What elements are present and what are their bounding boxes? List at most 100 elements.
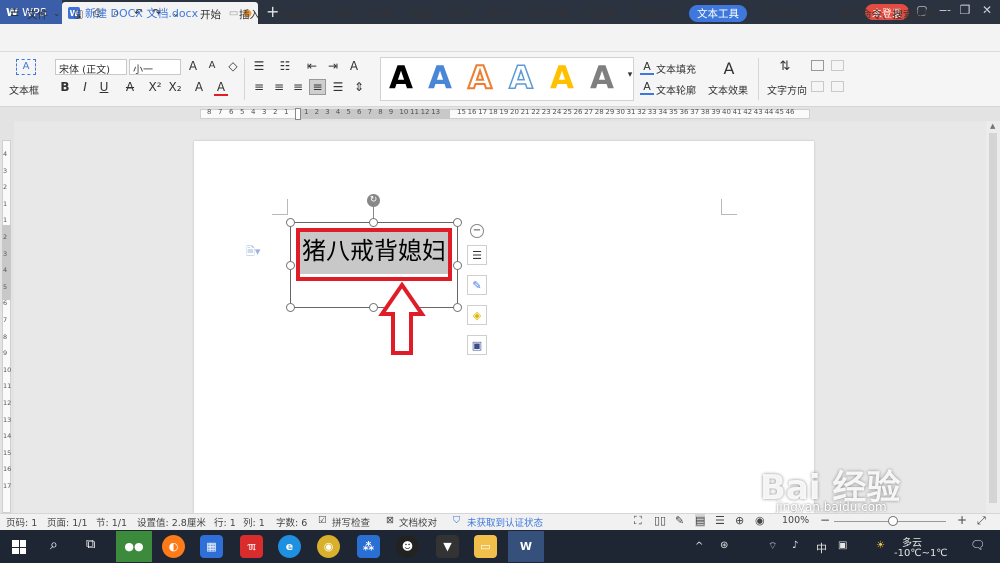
menu-insert[interactable]: 插入 <box>239 7 260 22</box>
scroll-up-icon[interactable]: ▲ <box>990 122 995 130</box>
fit-window-icon[interactable]: ⤢ <box>977 514 986 528</box>
resize-handle-top-right[interactable] <box>453 218 462 227</box>
qq-icon[interactable]: ☻ <box>396 535 419 558</box>
align-left-icon[interactable]: ≡ <box>252 80 266 94</box>
page-view-icon[interactable]: ▤ <box>695 514 706 527</box>
wechat-icon[interactable]: ●● <box>116 531 152 562</box>
menu-page-layout[interactable]: 页面布局 <box>277 7 319 22</box>
taskbar-search-icon[interactable]: ⌕ <box>50 537 58 553</box>
outline-view-icon[interactable]: ☰ <box>715 514 725 527</box>
menu-dev-tools[interactable]: 开发工具 <box>527 7 569 22</box>
font-size-select[interactable]: 小一 <box>129 59 181 76</box>
proof-button[interactable]: 文档校对 <box>399 515 437 529</box>
app-mask-icon[interactable]: ▼ <box>436 535 459 558</box>
notification-icon[interactable]: 🗨 <box>970 538 985 552</box>
tray-chevron-icon[interactable]: ^ <box>695 541 703 552</box>
strikethrough-icon[interactable]: A <box>123 80 137 94</box>
resize-handle-bottom-right[interactable] <box>453 303 462 312</box>
clear-format-icon[interactable]: ◇ <box>226 59 240 73</box>
wps-taskbar-icon[interactable]: W <box>508 531 544 562</box>
ruler-indent-marker[interactable] <box>295 108 301 120</box>
increase-indent-icon[interactable]: ⇥ <box>326 59 340 73</box>
menu-file[interactable]: 文件 <box>27 7 48 22</box>
subscript-icon[interactable]: X₂ <box>168 80 182 94</box>
underline-button[interactable]: U <box>97 80 111 94</box>
textbox-icon[interactable]: A <box>16 59 36 75</box>
menu-text-tools[interactable]: 文本工具 <box>689 5 747 22</box>
text-effect-button[interactable]: 文本效果 <box>708 82 748 97</box>
undo-icon[interactable]: ↶ <box>134 7 143 19</box>
font-name-select[interactable]: 宋体 (正文) <box>55 59 127 76</box>
menu-cloud[interactable]: 云服务 <box>585 7 617 22</box>
resize-handle-top-left[interactable] <box>286 218 295 227</box>
align-center-icon[interactable]: ≡ <box>272 80 286 94</box>
weather-temp[interactable]: -10℃~1℃ <box>894 548 948 559</box>
distribute-icon[interactable]: ☰ <box>331 80 345 94</box>
document-page[interactable] <box>194 141 814 513</box>
weather-text[interactable]: 多云 <box>902 534 922 549</box>
rotate-object-icon[interactable] <box>831 81 844 92</box>
menu-chapter[interactable]: 章节 <box>450 7 471 22</box>
app-blue-icon[interactable]: ▦ <box>200 535 223 558</box>
spell-check-icon[interactable]: ☑ <box>318 515 327 526</box>
ime-indicator[interactable]: 中 <box>816 540 827 556</box>
resize-handle-right[interactable] <box>453 261 462 270</box>
number-list-icon[interactable]: ☷ <box>278 59 292 73</box>
menu-security[interactable]: 安全 <box>488 7 509 22</box>
firefox-icon[interactable]: ◐ <box>162 535 185 558</box>
superscript-icon[interactable]: X² <box>148 80 162 94</box>
resize-handle-top[interactable] <box>369 218 378 227</box>
status-words[interactable]: 字数: 6 <box>276 515 307 529</box>
line-spacing-icon[interactable]: ⇕ <box>352 80 366 94</box>
style-a-black[interactable]: A <box>389 59 413 97</box>
text-direction-button[interactable]: 文字方向 <box>767 82 807 97</box>
italic-button[interactable]: I <box>78 80 92 94</box>
justify-icon[interactable]: ≡ <box>309 79 326 95</box>
textbox-button[interactable]: 文本框 <box>9 82 39 97</box>
layout-options-icon[interactable]: ☰ <box>467 245 487 265</box>
group-icon[interactable] <box>811 81 824 92</box>
ime-mode-icon[interactable]: ▣ <box>838 540 847 551</box>
bullet-list-icon[interactable]: ☰ <box>252 59 266 73</box>
menu-view[interactable]: 视图 <box>411 7 432 22</box>
paragraph-marker-icon[interactable]: 🗎▾ <box>246 243 260 262</box>
app-red-icon[interactable]: ℼ <box>240 535 263 558</box>
web-view-icon[interactable]: ⊕ <box>735 514 744 527</box>
pen-icon[interactable]: ✎ <box>675 514 684 527</box>
collapse-ribbon-icon[interactable]: ⌃ <box>980 7 989 19</box>
align-right-icon[interactable]: ≡ <box>291 80 305 94</box>
font-color-icon[interactable]: A <box>214 80 228 96</box>
zoom-in-button[interactable]: + <box>957 513 967 527</box>
read-mode-icon[interactable]: ▯▯ <box>654 514 666 527</box>
style-a-blue-outline[interactable]: A <box>508 59 534 97</box>
spell-check-button[interactable]: 拼写检查 <box>332 515 370 529</box>
rotate-handle-icon[interactable]: ↻ <box>367 194 380 207</box>
ie-browser-icon[interactable]: e <box>278 535 301 558</box>
help-icon[interactable]: ? <box>943 7 949 19</box>
chevron-down-icon[interactable]: ⌄ <box>53 9 61 19</box>
tray-app-icon[interactable]: ⊛ <box>720 540 728 551</box>
shape-outline-icon[interactable]: ✎ <box>467 275 487 295</box>
align-object-icon[interactable] <box>831 60 844 71</box>
grow-font-icon[interactable]: A <box>186 59 200 73</box>
shape-fill-icon[interactable]: ◈ <box>467 305 487 325</box>
volume-icon[interactable]: ♪ <box>792 540 798 551</box>
style-a-blue[interactable]: A <box>428 59 452 97</box>
wrap-text-icon[interactable] <box>811 60 824 71</box>
text-outline-icon[interactable]: A <box>640 80 654 95</box>
text-fill-button[interactable]: 文本填充 <box>656 61 696 76</box>
monitor-icon[interactable]: ▭ <box>229 8 238 19</box>
eye-protect-icon[interactable]: ◉ <box>755 514 765 527</box>
shape-effect-icon[interactable]: ▣ <box>467 335 487 355</box>
zoom-out-button[interactable]: − <box>820 513 830 527</box>
menu-review[interactable]: 审阅 <box>372 7 393 22</box>
resize-handle-bottom[interactable] <box>369 303 378 312</box>
menu-reference[interactable]: 引用 <box>334 7 355 22</box>
collapse-tools-icon[interactable]: − <box>470 224 484 238</box>
windows-start-icon[interactable] <box>12 540 26 554</box>
highlight-icon[interactable]: A <box>192 80 206 94</box>
text-effect-icon[interactable]: A <box>722 59 736 78</box>
style-a-orange-outline[interactable]: A <box>467 59 493 97</box>
bold-button[interactable]: B <box>58 80 72 94</box>
cert-status[interactable]: 未获取到认证状态 <box>467 515 543 529</box>
